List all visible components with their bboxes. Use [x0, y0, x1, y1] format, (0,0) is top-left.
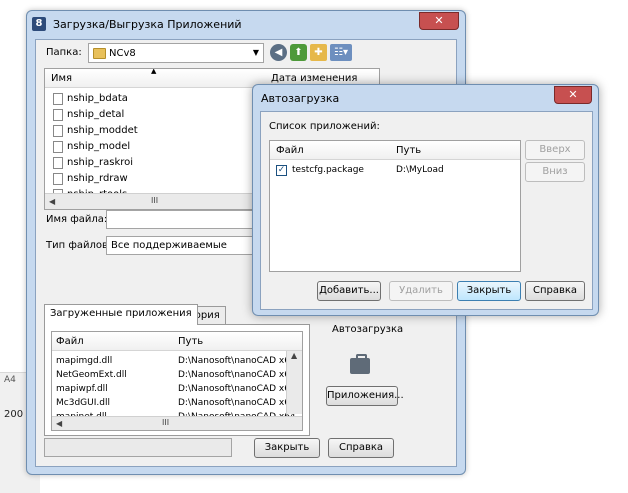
up-folder-icon[interactable]: ⬆	[290, 44, 307, 61]
scroll-left-icon[interactable]: ◀	[49, 197, 55, 206]
back-icon[interactable]: ◀	[270, 44, 287, 61]
window-client: Список приложений: Файл Путь ✓ testcfg.pa…	[260, 111, 593, 310]
title-bar: 8 Загрузка/Выгрузка Приложений ✕	[27, 11, 465, 37]
column-path[interactable]: Путь	[396, 145, 421, 156]
loaded-app-file[interactable]: mapiwpf.dll	[56, 382, 108, 396]
folder-combo[interactable]: NCv8 ▼	[88, 43, 264, 63]
applications-button[interactable]: Приложения...	[326, 386, 404, 406]
progress-field	[44, 438, 232, 457]
file-name: nship_bdata	[67, 93, 128, 104]
loaded-apps-list: Файл Путь mapimgd.dll D:\Nanosoft\nanoCAD…	[51, 331, 303, 431]
chevron-down-icon: ▼	[252, 48, 259, 57]
column-modified[interactable]: Дата изменения	[271, 73, 357, 84]
file-name: nship_rdraw	[67, 173, 128, 184]
help-button[interactable]: Справка	[328, 438, 394, 458]
file-icon	[53, 125, 63, 137]
column-file[interactable]: Файл	[276, 145, 304, 156]
autoload-item-path: D:\MyLoad	[396, 165, 444, 175]
scroll-up-icon[interactable]: ▲	[291, 351, 297, 360]
close-button[interactable]: Закрыть	[457, 281, 521, 301]
cell-value: 200	[4, 409, 24, 420]
file-list-item[interactable]: nship_raskroi	[53, 155, 133, 171]
apps-horizontal-scrollbar[interactable]: ◀ III	[52, 416, 302, 430]
filetype-label: Тип файлов:	[46, 240, 112, 251]
briefcase-icon	[350, 354, 370, 374]
folder-value: NCv8	[109, 48, 136, 59]
file-list-item[interactable]: nship_rdraw	[53, 171, 128, 187]
loaded-app-file[interactable]: mapimgd.dll	[56, 354, 112, 368]
app-list-label: Список приложений:	[269, 121, 380, 132]
tab-loaded-apps[interactable]: Загруженные приложения	[44, 304, 198, 325]
loaded-apps-header: Файл Путь	[52, 332, 302, 351]
sheet-label: A4	[4, 375, 16, 385]
move-down-button[interactable]: Вниз	[525, 162, 585, 182]
view-menu-icon[interactable]: ☷▾	[330, 44, 352, 61]
file-icon	[53, 157, 63, 169]
apps-vertical-scrollbar[interactable]: ▲	[286, 351, 302, 414]
add-button[interactable]: Добавить...	[317, 281, 381, 301]
scroll-grip: III	[162, 418, 170, 427]
column-file[interactable]: Файл	[56, 336, 84, 347]
autoload-list-header: Файл Путь	[270, 141, 520, 160]
folder-label: Папка:	[46, 47, 82, 58]
window-close-button[interactable]: ✕	[419, 12, 459, 30]
file-name: nship_detal	[67, 109, 125, 120]
loaded-app-file[interactable]: NetGeomExt.dll	[56, 368, 127, 382]
column-name[interactable]: Имя	[51, 73, 72, 84]
window-close-button[interactable]: ✕	[554, 86, 592, 104]
file-list-item[interactable]: nship_moddet	[53, 123, 138, 139]
scroll-left-icon[interactable]: ◀	[56, 419, 62, 428]
autoload-list: Файл Путь ✓ testcfg.package D:\MyLoad	[269, 140, 521, 272]
file-list-item[interactable]: nship_detal	[53, 107, 124, 123]
file-name: nship_moddet	[67, 125, 138, 136]
filename-label: Имя файла:	[46, 214, 108, 225]
loaded-app-file[interactable]: Mc3dGUI.dll	[56, 396, 110, 410]
loaded-app-path: D:\Nanosoft\nanoCAD x64	[178, 398, 296, 408]
remove-button[interactable]: Удалить	[389, 281, 453, 301]
loaded-apps-tabs: Загруженные приложения История Файл Путь…	[44, 304, 310, 436]
loaded-app-path: D:\Nanosoft\nanoCAD x64	[178, 356, 296, 366]
autoload-checkbox[interactable]: ✓	[276, 165, 287, 176]
window-title: Загрузка/Выгрузка Приложений	[53, 18, 242, 31]
new-folder-icon[interactable]: ✚	[310, 44, 327, 61]
file-icon	[53, 141, 63, 153]
file-icon	[53, 173, 63, 185]
autoload-label: Автозагрузка	[332, 324, 404, 335]
scroll-grip: III	[151, 196, 159, 205]
app-icon: 8	[32, 17, 46, 31]
file-list-item[interactable]: nship_model	[53, 139, 130, 155]
help-button[interactable]: Справка	[525, 281, 585, 301]
file-list-item[interactable]: nship_bdata	[53, 91, 128, 107]
file-icon	[53, 93, 63, 105]
column-path[interactable]: Путь	[178, 336, 203, 347]
file-name: nship_raskroi	[67, 157, 134, 168]
loaded-app-path: D:\Nanosoft\nanoCAD x64	[178, 384, 296, 394]
loaded-app-path: D:\Nanosoft\nanoCAD x64	[178, 370, 296, 380]
sort-up-icon: ▲	[151, 68, 157, 75]
window-title: Автозагрузка	[261, 92, 340, 105]
folder-icon	[93, 48, 106, 59]
file-name: nship_model	[67, 141, 131, 152]
autoload-window: Автозагрузка ✕ Список приложений: Файл П…	[252, 84, 599, 316]
file-icon	[53, 109, 63, 121]
move-up-button[interactable]: Вверх	[525, 140, 585, 160]
tab-panel: Файл Путь mapimgd.dll D:\Nanosoft\nanoCAD…	[44, 324, 310, 436]
autoload-item-file[interactable]: testcfg.package	[292, 163, 364, 177]
close-button[interactable]: Закрыть	[254, 438, 320, 458]
